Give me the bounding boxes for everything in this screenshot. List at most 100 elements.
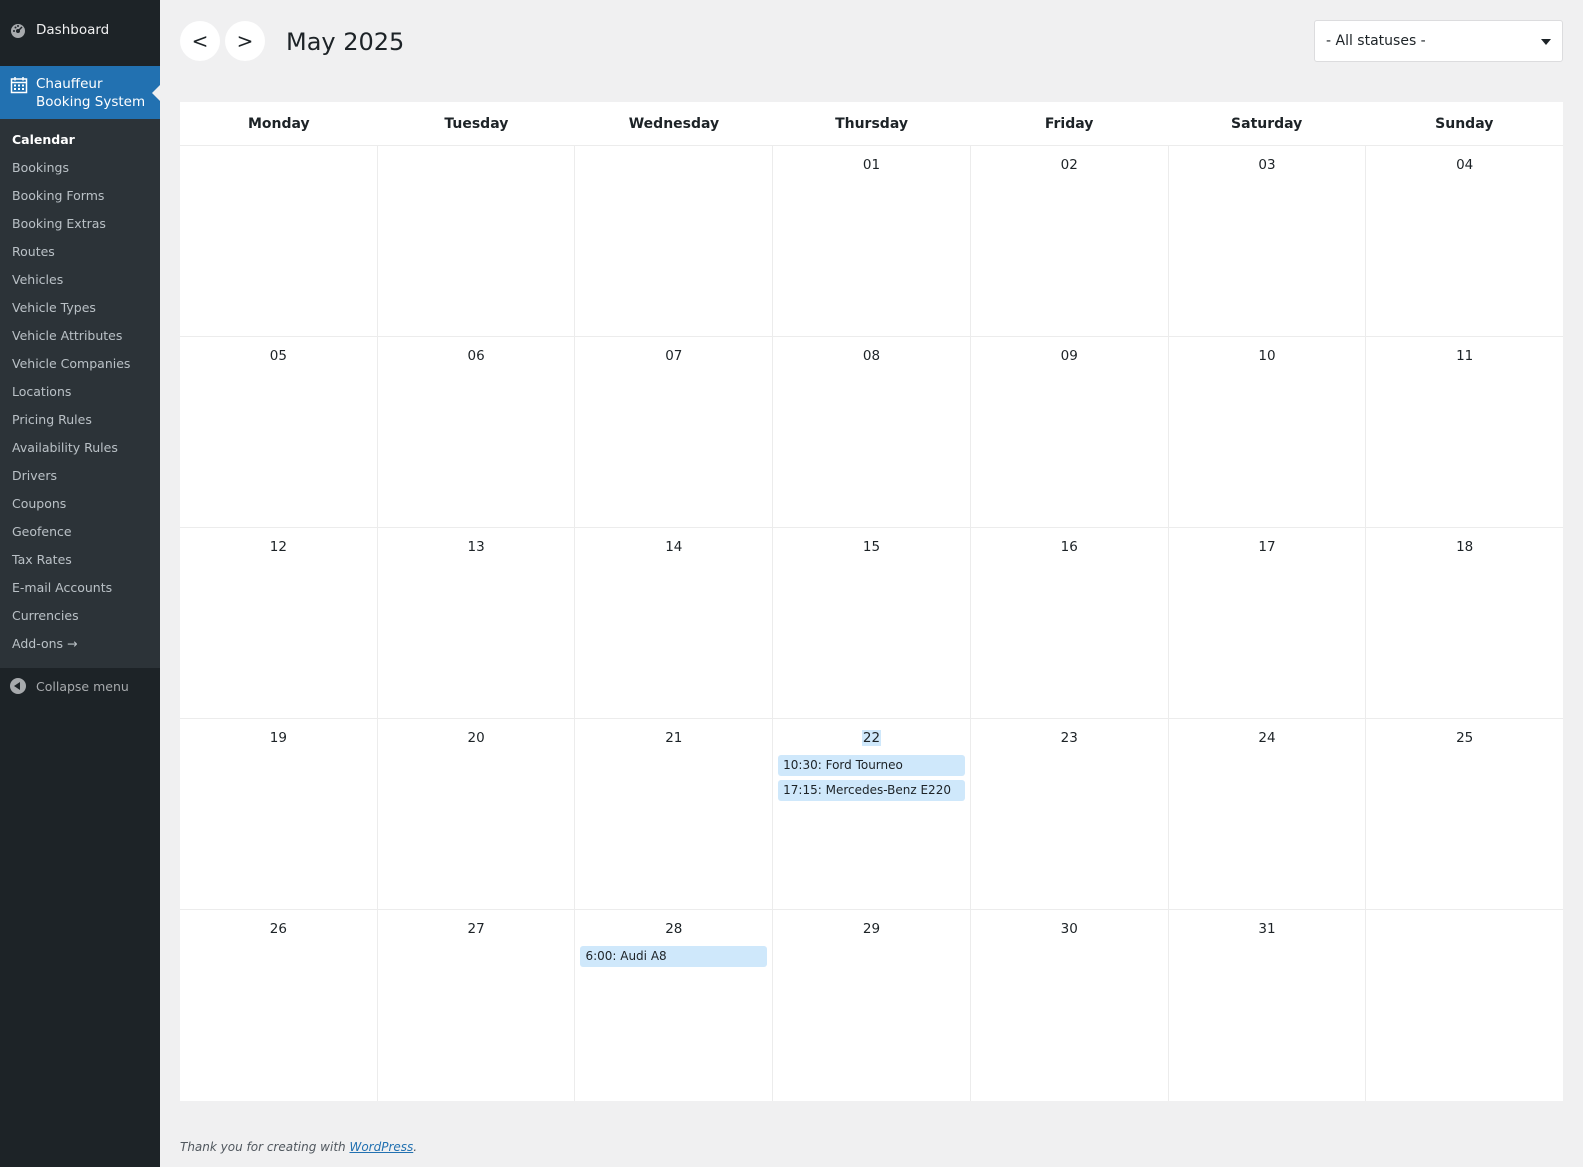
sidebar-item-geofence[interactable]: Geofence [0, 518, 160, 546]
calendar-day-cell[interactable]: 18 [1366, 528, 1563, 718]
sidebar-item-e-mail-accounts[interactable]: E-mail Accounts [0, 574, 160, 602]
calendar-day-cell[interactable]: 12 [180, 528, 378, 718]
calendar-day-cell[interactable]: 14 [575, 528, 774, 718]
menu-dashboard-label: Dashboard [36, 21, 110, 38]
calendar-day-cell[interactable]: 09 [971, 337, 1169, 527]
menu-chauffeur-booking-system[interactable]: Chauffeur Booking System [0, 66, 160, 119]
calendar-icon [10, 76, 28, 94]
calendar-day-cell[interactable]: 27 [378, 910, 576, 1101]
sidebar-item-currencies[interactable]: Currencies [0, 602, 160, 630]
calendar-day-cell[interactable]: 07 [575, 337, 774, 527]
day-number: 27 [383, 920, 570, 938]
day-number-text: 08 [862, 348, 881, 364]
day-header-monday: Monday [247, 116, 310, 132]
sidebar-item-booking-forms[interactable]: Booking Forms [0, 182, 160, 210]
calendar-day-cell[interactable]: 29 [773, 910, 971, 1101]
day-number [185, 156, 372, 174]
calendar-day-cell[interactable]: 15 [773, 528, 971, 718]
day-number-text: 27 [467, 921, 485, 937]
status-filter-value: - All statuses - [1326, 33, 1426, 49]
calendar-week: 05 06 07 08 09 10 11 [180, 337, 1563, 528]
day-number-text: 01 [862, 157, 881, 173]
sidebar-item-vehicle-companies[interactable]: Vehicle Companies [0, 350, 160, 378]
calendar-day-cell[interactable]: 02 [971, 146, 1169, 336]
day-number-text [1464, 921, 1466, 937]
day-number-text [277, 157, 279, 173]
calendar-day-cell[interactable]: 01 [773, 146, 971, 336]
sidebar-item-vehicles[interactable]: Vehicles [0, 266, 160, 294]
sidebar-item-pricing-rules[interactable]: Pricing Rules [0, 406, 160, 434]
calendar-day-cell[interactable]: 26 [180, 910, 378, 1101]
calendar-day-cell[interactable]: 28 6:00: Audi A8 [575, 910, 774, 1101]
sidebar-item-availability-rules[interactable]: Availability Rules [0, 434, 160, 462]
day-number: 10 [1174, 347, 1361, 365]
day-number-text: 05 [269, 348, 287, 364]
calendar-day-cell[interactable]: 11 [1366, 337, 1563, 527]
wordpress-link[interactable]: WordPress [349, 1140, 413, 1154]
day-number: 12 [185, 538, 372, 556]
sidebar-item-vehicle-types[interactable]: Vehicle Types [0, 294, 160, 322]
calendar-day-cell[interactable]: 22 10:30: Ford Tourneo 17:15: Mercedes-Ben… [773, 719, 971, 909]
sidebar-item-tax-rates[interactable]: Tax Rates [0, 546, 160, 574]
calendar-day-cell[interactable]: 25 [1366, 719, 1563, 909]
booking-event[interactable]: 10:30: Ford Tourneo [778, 755, 965, 776]
calendar-week: 19 20 21 22 10:30: Ford Tourneo 17:15: Merced… [180, 719, 1563, 910]
admin-footer: Thank you for creating with WordPress. [180, 1140, 417, 1154]
sidebar-item-calendar[interactable]: Calendar [0, 126, 160, 154]
day-number: 16 [976, 538, 1163, 556]
footer-suffix: . [413, 1140, 418, 1154]
day-number-text [673, 157, 675, 173]
booking-event[interactable]: 6:00: Audi A8 [580, 946, 768, 967]
day-number: 26 [185, 920, 372, 938]
prev-month-button[interactable]: < [180, 21, 220, 61]
sidebar-item-booking-extras[interactable]: Booking Extras [0, 210, 160, 238]
sidebar-item-routes[interactable]: Routes [0, 238, 160, 266]
sidebar-item-coupons[interactable]: Coupons [0, 490, 160, 518]
collapse-menu-button[interactable]: Collapse menu [10, 673, 129, 699]
day-number-text: 28 [665, 921, 683, 937]
next-month-button[interactable]: > [225, 21, 265, 61]
status-filter-select[interactable]: - All statuses - [1314, 20, 1563, 62]
booking-event[interactable]: 17:15: Mercedes-Benz E220 [778, 780, 965, 801]
calendar-day-cell[interactable]: 19 [180, 719, 378, 909]
day-number-text: 20 [467, 730, 485, 746]
calendar-day-cell[interactable]: 03 [1169, 146, 1367, 336]
day-number: 09 [976, 347, 1163, 365]
calendar-day-cell[interactable]: 08 [773, 337, 971, 527]
day-number: 08 [778, 347, 965, 365]
calendar-day-cell[interactable]: 30 [971, 910, 1169, 1101]
calendar-day-cell[interactable]: 17 [1169, 528, 1367, 718]
calendar-day-cell [180, 146, 378, 336]
sidebar-item-bookings[interactable]: Bookings [0, 154, 160, 182]
calendar-week: 12 13 14 15 16 17 18 [180, 528, 1563, 719]
calendar-day-cell [575, 146, 774, 336]
day-header-tuesday: Tuesday [444, 116, 509, 132]
day-number-text: 13 [467, 539, 485, 555]
day-number: 07 [580, 347, 767, 365]
calendar-day-cell[interactable]: 05 [180, 337, 378, 527]
calendar-day-cell[interactable]: 10 [1169, 337, 1367, 527]
day-number-text: 16 [1060, 539, 1078, 555]
calendar-day-cell[interactable]: 16 [971, 528, 1169, 718]
sidebar-item-drivers[interactable]: Drivers [0, 462, 160, 490]
sidebar-item-add-ons[interactable]: Add-ons → [0, 630, 160, 658]
day-number: 14 [580, 538, 767, 556]
menu-dashboard[interactable]: Dashboard [0, 0, 160, 59]
menu-chauffeur-label-line1: Chauffeur [36, 75, 103, 92]
day-number [383, 156, 570, 174]
calendar-day-cell[interactable]: 23 [971, 719, 1169, 909]
calendar-day-cell[interactable]: 24 [1169, 719, 1367, 909]
sidebar-item-vehicle-attributes[interactable]: Vehicle Attributes [0, 322, 160, 350]
calendar-day-cell[interactable]: 06 [378, 337, 576, 527]
day-number: 05 [185, 347, 372, 365]
collapse-menu-label: Collapse menu [36, 678, 129, 694]
sidebar-item-locations[interactable]: Locations [0, 378, 160, 406]
calendar-day-cell[interactable]: 20 [378, 719, 576, 909]
calendar-day-cell[interactable]: 13 [378, 528, 576, 718]
calendar-day-cell[interactable]: 31 [1169, 910, 1367, 1101]
calendar-day-cell[interactable]: 04 [1366, 146, 1563, 336]
calendar-day-cell[interactable]: 21 [575, 719, 774, 909]
day-number-text: 14 [665, 539, 683, 555]
day-number: 06 [383, 347, 570, 365]
day-number: 29 [778, 920, 965, 938]
